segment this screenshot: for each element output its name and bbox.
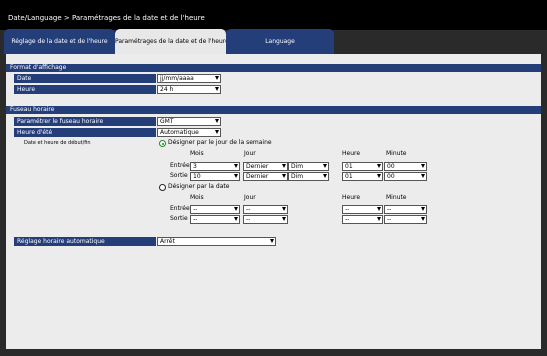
chevron-down-icon	[377, 207, 381, 211]
date-label: Date	[14, 74, 156, 83]
page-title: Date/Language > Paramétrages de la date …	[8, 14, 205, 22]
screen: Date/Language > Paramétrages de la date …	[0, 0, 547, 356]
col-minute: Minute	[386, 150, 407, 157]
heure-label: Heure	[14, 85, 156, 94]
tab-reglage[interactable]: Réglage de la date et de l'heure	[4, 29, 115, 54]
tab-parametrages[interactable]: Paramétrages de la date et de l'heure	[115, 29, 226, 54]
title-bar: Date/Language > Paramétrages de la date …	[0, 0, 547, 30]
entree-jour-semaine-select[interactable]: Dim	[288, 162, 329, 171]
date-entree-jour-select[interactable]: --	[243, 205, 288, 214]
chevron-down-icon	[421, 164, 425, 168]
date-sortie-mois-select[interactable]: --	[190, 215, 240, 224]
heure-ete-label: Heure d'été	[14, 128, 156, 137]
chevron-down-icon	[421, 217, 425, 221]
content-panel	[6, 54, 541, 349]
chevron-down-icon	[323, 164, 327, 168]
chevron-down-icon	[282, 217, 286, 221]
chevron-down-icon	[270, 239, 274, 243]
date-format-select[interactable]: jj/mm/aaaa	[157, 74, 221, 83]
chevron-down-icon	[215, 87, 219, 91]
tab-bar: Réglage de la date et de l'heure Paramét…	[0, 29, 547, 54]
col-heure-date: Heure	[342, 194, 361, 201]
chevron-down-icon	[282, 164, 286, 168]
date-sortie-jour-select[interactable]: --	[243, 215, 288, 224]
chevron-down-icon	[215, 130, 219, 134]
option-date-label: Désigner par la date	[168, 183, 230, 190]
fuseau-select[interactable]: GMT	[157, 117, 221, 126]
row-sortie: Sortie	[170, 172, 188, 179]
option-semaine-label: Désigner par le jour de la semaine	[168, 139, 272, 146]
entree-jour-select[interactable]: Dernier	[243, 162, 288, 171]
chevron-down-icon	[282, 174, 286, 178]
date-sortie-heure-select[interactable]: --	[342, 215, 383, 224]
sortie-mois-select[interactable]: 10	[190, 172, 240, 181]
entree-minute-select[interactable]: 00	[384, 162, 427, 171]
heure-format-select[interactable]: 24 h	[157, 85, 221, 94]
chevron-down-icon	[234, 217, 238, 221]
section-format: Format d'affichage	[6, 64, 541, 72]
sortie-minute-select[interactable]: 00	[384, 172, 427, 181]
chevron-down-icon	[215, 76, 219, 80]
date-sortie-minute-select[interactable]: --	[384, 215, 427, 224]
param-fuseau-label: Paramétrer le fuseau horaire	[14, 117, 156, 126]
sortie-jour-select[interactable]: Dernier	[243, 172, 288, 181]
chevron-down-icon	[421, 207, 425, 211]
chevron-down-icon	[234, 207, 238, 211]
radio-date[interactable]	[159, 184, 166, 191]
row-sortie-date: Sortie	[170, 215, 188, 222]
chevron-down-icon	[377, 174, 381, 178]
col-mois-date: Mois	[190, 194, 204, 201]
entree-mois-select[interactable]: 3	[190, 162, 240, 171]
auto-label: Réglage horaire automatique	[14, 237, 156, 246]
heure-ete-select[interactable]: Automatique	[157, 128, 221, 137]
chevron-down-icon	[377, 217, 381, 221]
date-entree-heure-select[interactable]: --	[342, 205, 383, 214]
chevron-down-icon	[323, 174, 327, 178]
chevron-down-icon	[282, 207, 286, 211]
chevron-down-icon	[421, 174, 425, 178]
tab-language[interactable]: Language	[226, 29, 334, 54]
entree-heure-select[interactable]: 01	[342, 162, 383, 171]
col-jour: Jour	[244, 150, 256, 157]
row-entree-date: Entrée	[170, 205, 190, 212]
chevron-down-icon	[234, 174, 238, 178]
col-jour-date: Jour	[244, 194, 256, 201]
date-entree-mois-select[interactable]: --	[190, 205, 240, 214]
debut-fin-label: Date et heure de début/fin	[24, 140, 91, 146]
radio-semaine[interactable]	[159, 140, 166, 147]
col-minute-date: Minute	[386, 194, 407, 201]
row-entree: Entrée	[170, 162, 190, 169]
auto-select[interactable]: Arrêt	[157, 237, 276, 246]
sortie-heure-select[interactable]: 01	[342, 172, 383, 181]
col-heure: Heure	[342, 150, 361, 157]
section-fuseau: Fuseau horaire	[6, 106, 541, 114]
sortie-jour-semaine-select[interactable]: Dim	[288, 172, 329, 181]
date-entree-minute-select[interactable]: --	[384, 205, 427, 214]
chevron-down-icon	[377, 164, 381, 168]
col-mois: Mois	[190, 150, 204, 157]
chevron-down-icon	[215, 119, 219, 123]
chevron-down-icon	[234, 164, 238, 168]
